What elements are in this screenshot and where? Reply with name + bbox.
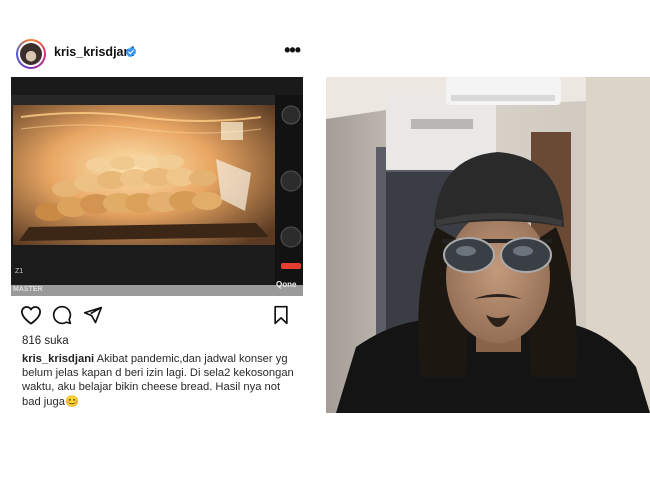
- instagram-post: kris_krisdjani ••• MASTER Qone Z1 816 su…: [0, 0, 318, 487]
- oven-logo-label: Qone: [276, 280, 297, 289]
- more-options-icon[interactable]: •••: [284, 41, 301, 59]
- post-caption: kris_krisdjani Akibat pandemic,dan jadwa…: [22, 352, 298, 409]
- selfie-photo: [326, 77, 650, 413]
- post-actions: [20, 305, 292, 327]
- oven-brand-label: MASTER: [13, 286, 43, 293]
- save-bookmark-icon[interactable]: [272, 305, 290, 325]
- comment-icon[interactable]: [52, 305, 72, 325]
- share-send-icon[interactable]: [83, 305, 103, 325]
- post-header: kris_krisdjani •••: [14, 38, 304, 72]
- username[interactable]: kris_krisdjani: [54, 45, 135, 59]
- oven-model-label: Z1: [15, 268, 23, 275]
- like-heart-icon[interactable]: [20, 305, 42, 325]
- selfie-image: [326, 77, 650, 413]
- post-photo-oven[interactable]: MASTER Qone Z1: [11, 77, 303, 296]
- verified-badge-icon: [125, 46, 137, 58]
- caption-username[interactable]: kris_krisdjani: [22, 353, 94, 365]
- avatar[interactable]: [16, 39, 46, 69]
- smile-emoji-icon: 😊: [64, 395, 79, 408]
- oven-image: MASTER Qone Z1: [11, 77, 303, 296]
- likes-count[interactable]: 816 suka: [22, 335, 69, 347]
